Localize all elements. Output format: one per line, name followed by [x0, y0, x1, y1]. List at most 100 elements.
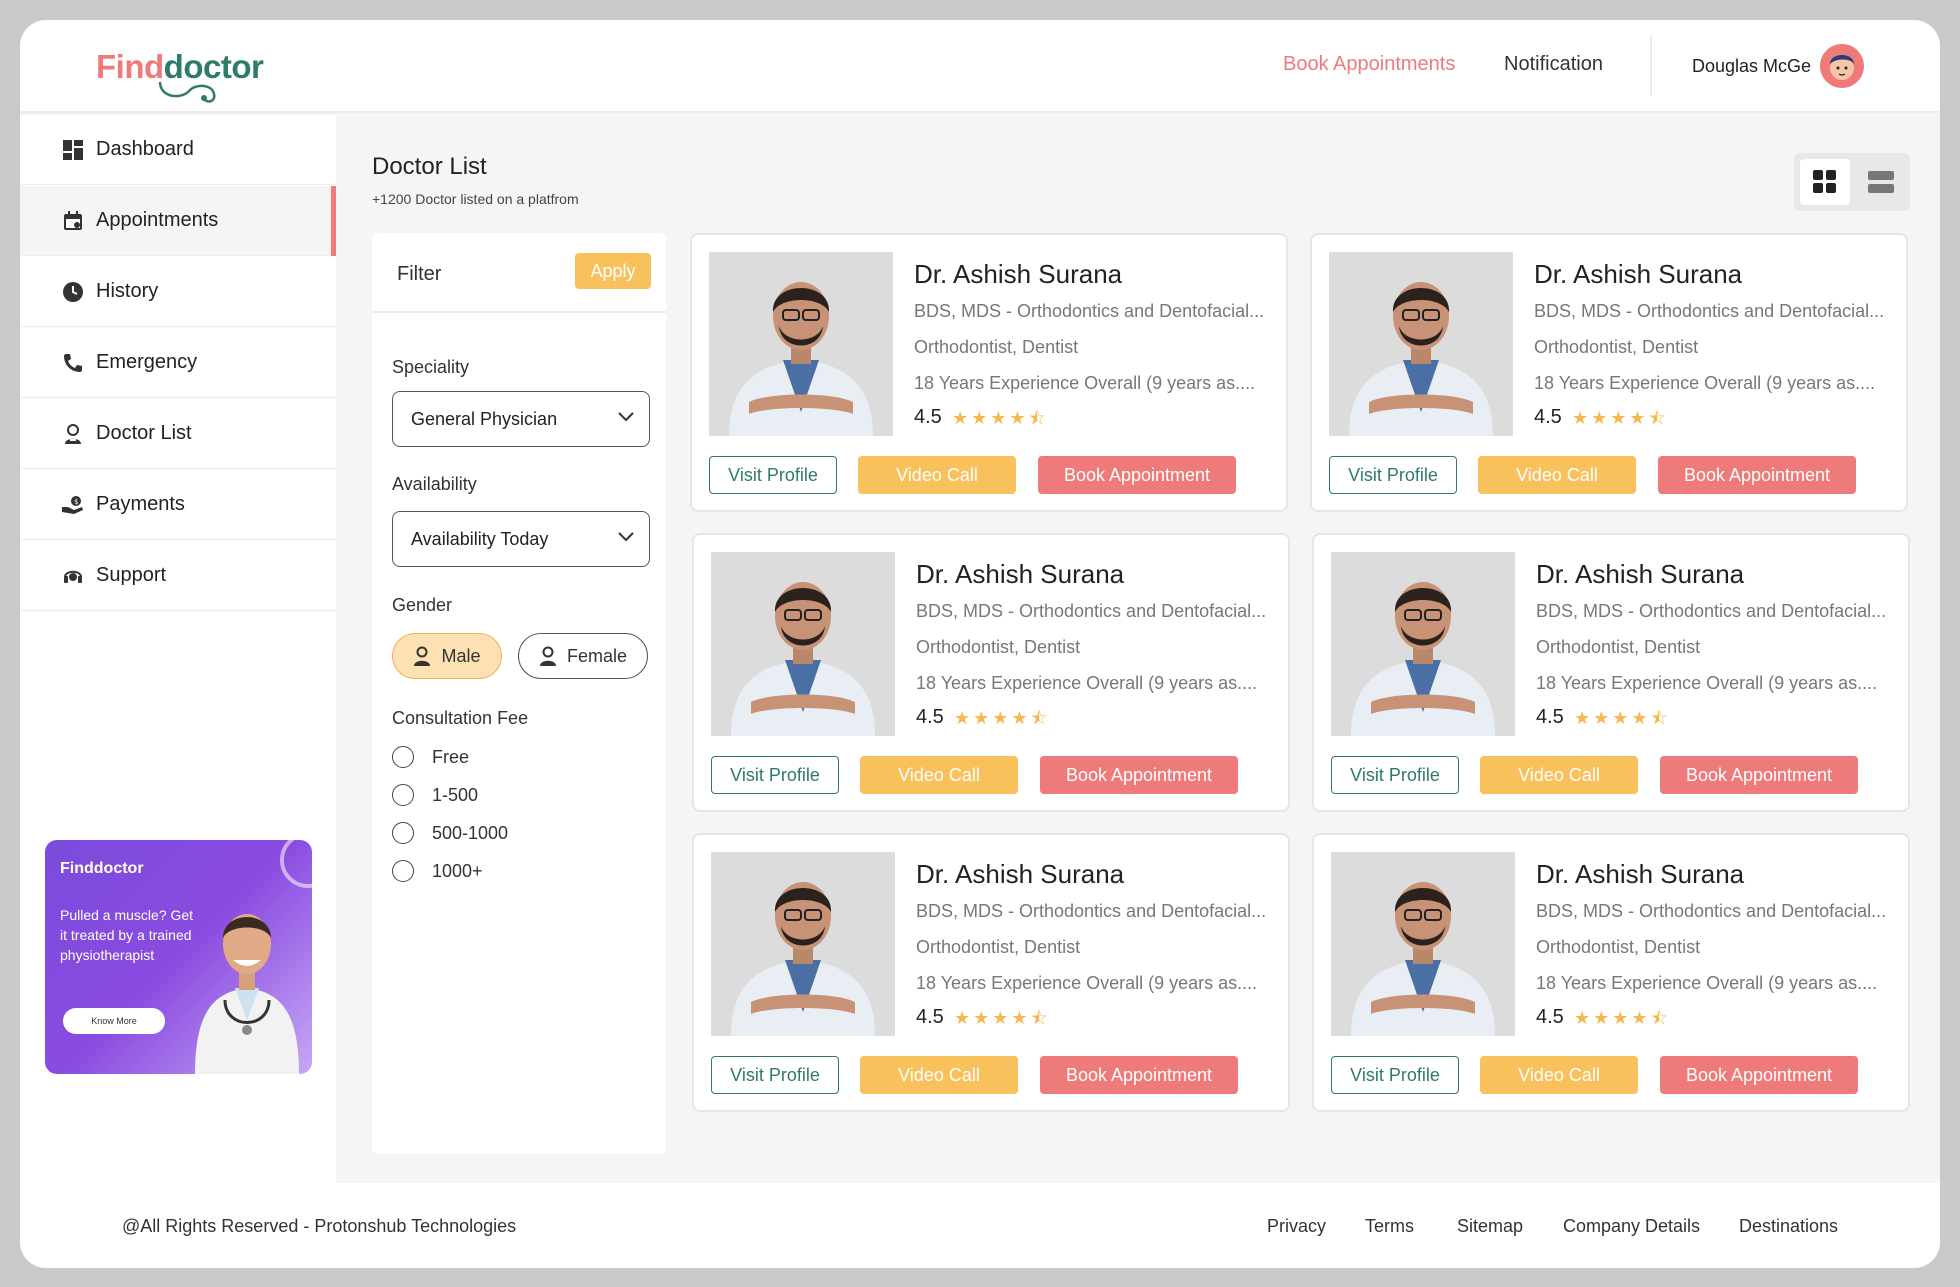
doctor-card: Dr. Ashish Surana BDS, MDS - Orthodontic… [692, 833, 1290, 1112]
grid-view-button[interactable] [1800, 159, 1850, 205]
sidebar-item-appointments[interactable]: Appointments [20, 186, 336, 256]
footer-link-company-details[interactable]: Company Details [1563, 1216, 1700, 1237]
video-call-button[interactable]: Video Call [858, 456, 1016, 494]
footer-link-destinations[interactable]: Destinations [1739, 1216, 1838, 1237]
speciality-select[interactable]: General Physician [392, 391, 650, 447]
radio-circle[interactable] [392, 860, 414, 882]
logo-part1: Find [96, 48, 164, 85]
doctor-qualification: BDS, MDS - Orthodontics and Dentofacial.… [1534, 301, 1885, 321]
sidebar-item-emergency[interactable]: Emergency [20, 328, 336, 398]
footer-link-terms[interactable]: Terms [1365, 1216, 1414, 1237]
grid-icon [1813, 170, 1836, 193]
gender-male-label: Male [441, 645, 481, 666]
radio-circle[interactable] [392, 746, 414, 768]
visit-profile-button[interactable]: Visit Profile [711, 756, 839, 794]
doctor-speciality: Orthodontist, Dentist [1536, 637, 1701, 657]
doctor-name[interactable]: Dr. Ashish Surana [1536, 859, 1744, 890]
filter-title: Filter [397, 263, 442, 285]
visit-profile-button[interactable]: Visit Profile [1331, 756, 1459, 794]
fee-option-500-1000[interactable]: 500-1000 [392, 822, 508, 844]
sidebar-item-dashboard[interactable]: Dashboard [20, 115, 336, 185]
nav-book-appointments[interactable]: Book Appointments [1283, 53, 1455, 76]
footer-link-sitemap[interactable]: Sitemap [1457, 1216, 1523, 1237]
fee-option-1000-plus[interactable]: 1000+ [392, 860, 483, 882]
svg-text:$: $ [74, 498, 78, 506]
promo-logo: Finddoctor [60, 860, 144, 877]
doctor-speciality: Orthodontist, Dentist [1534, 337, 1699, 357]
footer-link-privacy[interactable]: Privacy [1267, 1216, 1326, 1237]
video-call-button[interactable]: Video Call [1480, 1056, 1638, 1094]
doctor-rating: 4.5 [916, 1006, 944, 1028]
doctor-qualification: BDS, MDS - Orthodontics and Dentofacial.… [1536, 601, 1887, 621]
book-appointment-button[interactable]: Book Appointment [1040, 1056, 1238, 1094]
doctor-card: Dr. Ashish Surana BDS, MDS - Orthodontic… [1312, 533, 1910, 812]
availability-value: Availability Today [411, 528, 549, 549]
footer: @All Rights Reserved - Protonshub Techno… [20, 1183, 1940, 1268]
availability-select[interactable]: Availability Today [392, 511, 650, 567]
doctor-rating: 4.5 [916, 706, 944, 728]
know-more-button[interactable]: Know More [63, 1008, 165, 1034]
fee-option-free[interactable]: Free [392, 746, 469, 768]
doctor-experience: 18 Years Experience Overall (9 years as.… [914, 373, 1256, 393]
sidebar: Dashboard Appointments History Emergency… [20, 115, 336, 1203]
chevron-down-icon [618, 532, 634, 542]
sidebar-item-payments[interactable]: $ Payments [20, 470, 336, 540]
gender-label: Gender [392, 595, 453, 615]
doctor-name[interactable]: Dr. Ashish Surana [1534, 259, 1742, 290]
avatar[interactable] [1820, 44, 1864, 88]
app-window: Finddoctor Book Appointments Notificatio… [20, 20, 1940, 1268]
visit-profile-button[interactable]: Visit Profile [709, 456, 837, 494]
phone-icon [62, 352, 84, 374]
visit-profile-button[interactable]: Visit Profile [1329, 456, 1457, 494]
apply-button[interactable]: Apply [575, 253, 651, 289]
doctor-name[interactable]: Dr. Ashish Surana [916, 859, 1124, 890]
filter-panel: Filter Apply Speciality General Physicia… [372, 233, 666, 1154]
sidebar-item-support[interactable]: Support [20, 541, 336, 611]
nav-notification[interactable]: Notification [1504, 53, 1603, 76]
chevron-down-icon [618, 412, 634, 422]
book-appointment-button[interactable]: Book Appointment [1660, 1056, 1858, 1094]
doctor-speciality: Orthodontist, Dentist [916, 937, 1081, 957]
doctor-name[interactable]: Dr. Ashish Surana [914, 259, 1122, 290]
book-appointment-button[interactable]: Book Appointment [1658, 456, 1856, 494]
gender-female-button[interactable]: Female [518, 633, 648, 679]
doctor-photo [711, 552, 895, 736]
star-rating-icon: ★★★★⯪ [1574, 708, 1671, 728]
book-appointment-button[interactable]: Book Appointment [1660, 756, 1858, 794]
star-rating-icon: ★★★★⯪ [1572, 408, 1669, 428]
view-toggle [1794, 153, 1910, 211]
fee-option-1-500[interactable]: 1-500 [392, 784, 478, 806]
availability-label: Availability [392, 474, 477, 494]
fee-option-label: 500-1000 [432, 822, 509, 843]
video-call-button[interactable]: Video Call [1478, 456, 1636, 494]
sidebar-item-history[interactable]: History [20, 257, 336, 327]
doctor-card: Dr. Ashish Surana BDS, MDS - Orthodontic… [692, 533, 1290, 812]
visit-profile-button[interactable]: Visit Profile [711, 1056, 839, 1094]
sidebar-item-label: History [96, 280, 159, 302]
sidebar-item-doctor-list[interactable]: Doctor List [20, 399, 336, 469]
list-view-button[interactable] [1856, 159, 1906, 205]
doctor-card: Dr. Ashish Surana BDS, MDS - Orthodontic… [1310, 233, 1908, 512]
gender-male-button[interactable]: Male [392, 633, 502, 679]
promo-text: Pulled a muscle? Get it treated by a tra… [60, 907, 194, 963]
calendar-icon [62, 210, 84, 232]
doctor-rating: 4.5 [914, 406, 942, 428]
book-appointment-button[interactable]: Book Appointment [1040, 756, 1238, 794]
video-call-button[interactable]: Video Call [1480, 756, 1638, 794]
doctor-name[interactable]: Dr. Ashish Surana [1536, 559, 1744, 590]
book-appointment-button[interactable]: Book Appointment [1038, 456, 1236, 494]
speciality-label: Speciality [392, 357, 470, 377]
visit-profile-button[interactable]: Visit Profile [1331, 1056, 1459, 1094]
doctor-name[interactable]: Dr. Ashish Surana [916, 559, 1124, 590]
video-call-button[interactable]: Video Call [860, 1056, 1018, 1094]
video-call-button[interactable]: Video Call [860, 756, 1018, 794]
doctor-rating: 4.5 [1536, 1006, 1564, 1028]
promo-banner[interactable]: Finddoctor Pulled a muscle? Get it treat… [45, 840, 312, 1074]
doctor-photo [711, 852, 895, 1036]
radio-circle[interactable] [392, 784, 414, 806]
sidebar-item-label: Emergency [96, 351, 198, 373]
speciality-value: General Physician [411, 408, 558, 429]
star-rating-icon: ★★★★⯪ [954, 1008, 1051, 1028]
radio-circle[interactable] [392, 822, 414, 844]
user-name[interactable]: Douglas McGe [1692, 56, 1811, 77]
